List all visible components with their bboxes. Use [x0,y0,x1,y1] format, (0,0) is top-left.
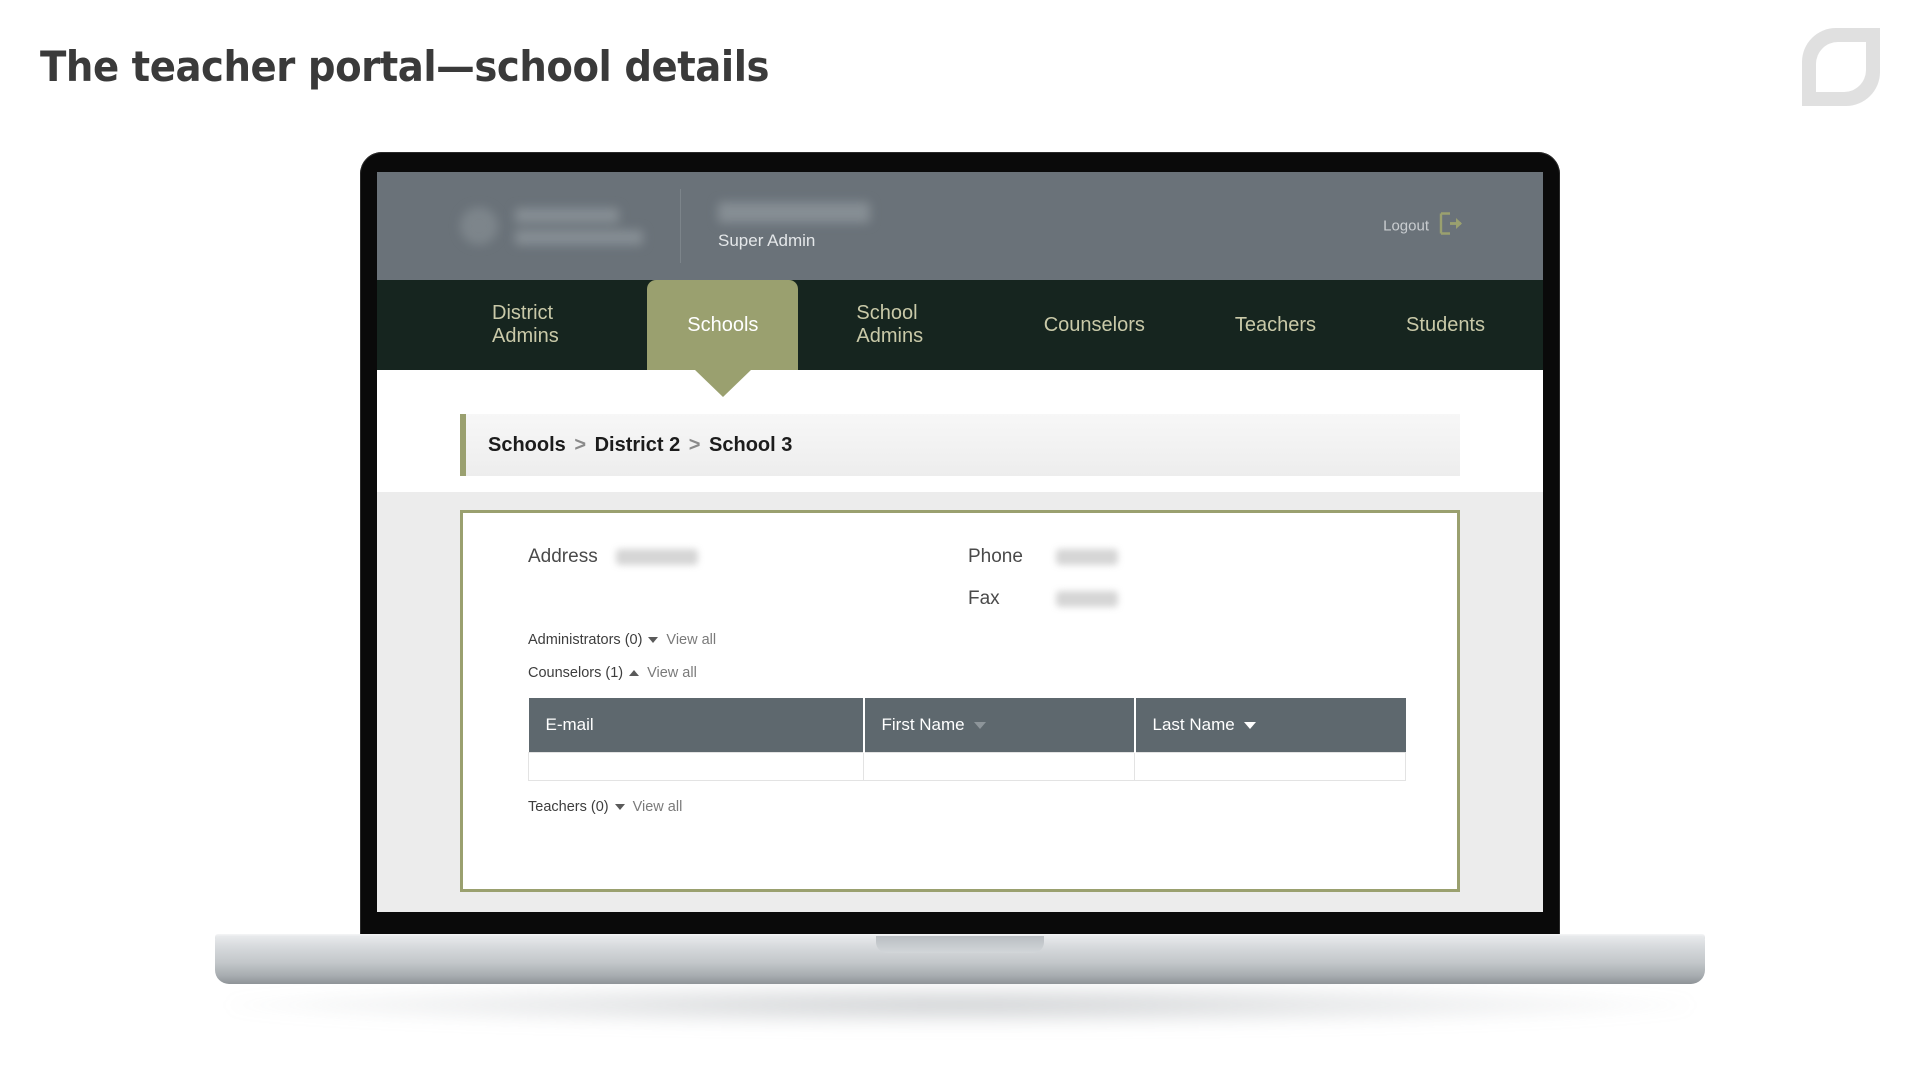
group-teachers[interactable]: Teachers (0) View all [528,799,1457,815]
tab-label: Counselors [1043,313,1145,336]
user-role: Super Admin [718,230,816,250]
tab-label: Teachers [1234,313,1317,336]
column-label: First Name [881,715,965,734]
column-header-email[interactable]: E-mail [528,698,865,753]
address-label: Address [528,546,598,567]
contact-info-grid: Address Phone Fax [528,546,1457,610]
breadcrumb-separator: > [574,433,587,456]
breadcrumb-region: Schools > District 2 > School 3 [377,400,1543,492]
app-screen: Super Admin Logout District Admins Schoo… [377,172,1543,912]
chevron-down-icon[interactable] [614,804,625,810]
fax-label: Fax [968,588,1000,609]
table-header-row: E-mail First Name Last Name [528,698,1406,753]
tab-label: School Admins [856,302,924,347]
address-value-redacted [616,549,698,565]
breadcrumb-separator: > [688,433,701,456]
main-navigation: District Admins Schools School Admins Co… [377,280,1543,370]
table-row[interactable] [528,752,1406,781]
phone-value-redacted [1056,549,1118,565]
group-label: Teachers (0) [528,799,609,815]
chevron-down-icon[interactable] [648,637,659,643]
page-body: Address Phone Fax Administrators (0) Vie… [377,492,1543,912]
group-label: Administrators (0) [528,632,643,648]
laptop-mockup: Super Admin Logout District Admins Schoo… [215,152,1705,1028]
column-label: Last Name [1152,715,1235,734]
group-counselors[interactable]: Counselors (1) View all [528,665,1457,681]
logout-arrow-icon [1439,212,1465,241]
tab-label: Students [1406,313,1485,336]
breadcrumb: Schools > District 2 > School 3 [460,414,1460,476]
tab-school-admins[interactable]: School Admins [824,280,985,370]
user-block: Super Admin [681,201,870,251]
breadcrumb-item-schools[interactable]: Schools [488,434,566,456]
group-label: Counselors (1) [528,665,624,681]
laptop-notch [876,936,1044,953]
chevron-up-icon[interactable] [629,670,640,676]
breadcrumb-item-school: School 3 [709,433,793,456]
cell-last-name [1134,752,1406,781]
user-name-redacted [718,201,870,223]
cell-email [528,752,864,781]
fax-row: Fax [968,588,1118,610]
sort-caret-icon[interactable] [973,721,986,729]
column-label: E-mail [545,715,594,734]
view-all-link[interactable]: View all [666,632,716,648]
phone-label: Phone [968,546,1023,567]
view-all-link[interactable]: View all [647,665,697,681]
fax-value-redacted [1056,591,1118,607]
organization-block [377,207,662,245]
organization-name-redacted [515,207,643,245]
nav-gap-band [377,370,1543,400]
tab-counselors[interactable]: Counselors [1012,280,1177,370]
tab-label: Schools [687,313,759,336]
page-title: The teacher portal—school details [40,42,770,91]
column-header-first-name[interactable]: First Name [863,698,1136,753]
tab-schools[interactable]: Schools [647,280,799,370]
logout-button[interactable]: Logout [1383,212,1465,241]
column-header-last-name[interactable]: Last Name [1134,698,1406,753]
view-all-link[interactable]: View all [633,799,683,815]
leaf-logo-icon [1800,26,1882,108]
app-header: Super Admin Logout [377,172,1543,280]
address-row: Address [528,546,968,568]
school-details-card: Address Phone Fax Administrators (0) Vie… [460,510,1460,892]
tab-teachers[interactable]: Teachers [1203,280,1348,370]
tab-label: District Admins [492,302,559,347]
counselors-table: E-mail First Name Last Name [528,698,1406,781]
sort-caret-icon[interactable] [1243,721,1256,729]
laptop-lid: Super Admin Logout District Admins Schoo… [360,152,1560,942]
cell-first-name [863,752,1135,781]
phone-row: Phone [968,546,1118,568]
tab-students[interactable]: Students [1374,280,1517,370]
org-logo-icon [460,207,498,245]
tab-district-admins[interactable]: District Admins [460,280,621,370]
laptop-shadow [230,982,1690,1028]
group-administrators[interactable]: Administrators (0) View all [528,632,1457,648]
logout-label: Logout [1383,217,1429,235]
breadcrumb-item-district[interactable]: District 2 [595,434,681,456]
